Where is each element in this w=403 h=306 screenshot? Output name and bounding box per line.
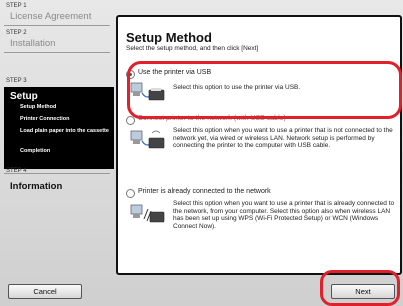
network-printer-icon	[130, 130, 165, 149]
usb-option-highlight	[127, 61, 402, 119]
instruction-text: Select the setup method, and then click …	[126, 45, 259, 52]
steps-sidebar: STEP 1 License Agreement STEP 2 Installa…	[0, 0, 114, 270]
step2-title: Installation	[10, 38, 56, 49]
step1-label: STEP 1	[6, 3, 27, 9]
step4-label: STEP 4	[6, 168, 27, 174]
substep-completion: Completion	[20, 148, 51, 154]
substep-load-paper: Load plain paper into the cassette	[20, 128, 109, 134]
substep-printer-connection: Printer Connection	[20, 116, 70, 122]
active-step-block: Setup Setup Method Printer Connection Lo…	[4, 87, 114, 169]
divider	[4, 25, 110, 26]
divider	[4, 52, 110, 53]
step2-label: STEP 2	[6, 30, 27, 36]
already-network-option-desc: Select this option when you want to use …	[173, 200, 395, 230]
step3-title: Setup	[10, 91, 38, 102]
network-usb-option-desc: Select this option when you want to use …	[173, 127, 393, 149]
page-title: Setup Method	[126, 30, 212, 45]
already-network-radio[interactable]	[126, 189, 135, 198]
substep-setup-method: Setup Method	[20, 104, 57, 110]
cancel-button[interactable]: Cancel	[8, 284, 82, 299]
setup-method-panel: Setup Method Select the setup method, an…	[116, 15, 402, 275]
step4-title: Information	[10, 181, 63, 192]
installer-window: STEP 1 License Agreement STEP 2 Installa…	[0, 0, 403, 306]
already-network-option-label[interactable]: Printer is already connected to the netw…	[138, 188, 271, 195]
step1-title: License Agreement	[10, 11, 92, 22]
step3-label: STEP 3	[6, 78, 27, 84]
next-button-highlight	[320, 270, 400, 306]
network-connected-icon	[130, 204, 165, 223]
